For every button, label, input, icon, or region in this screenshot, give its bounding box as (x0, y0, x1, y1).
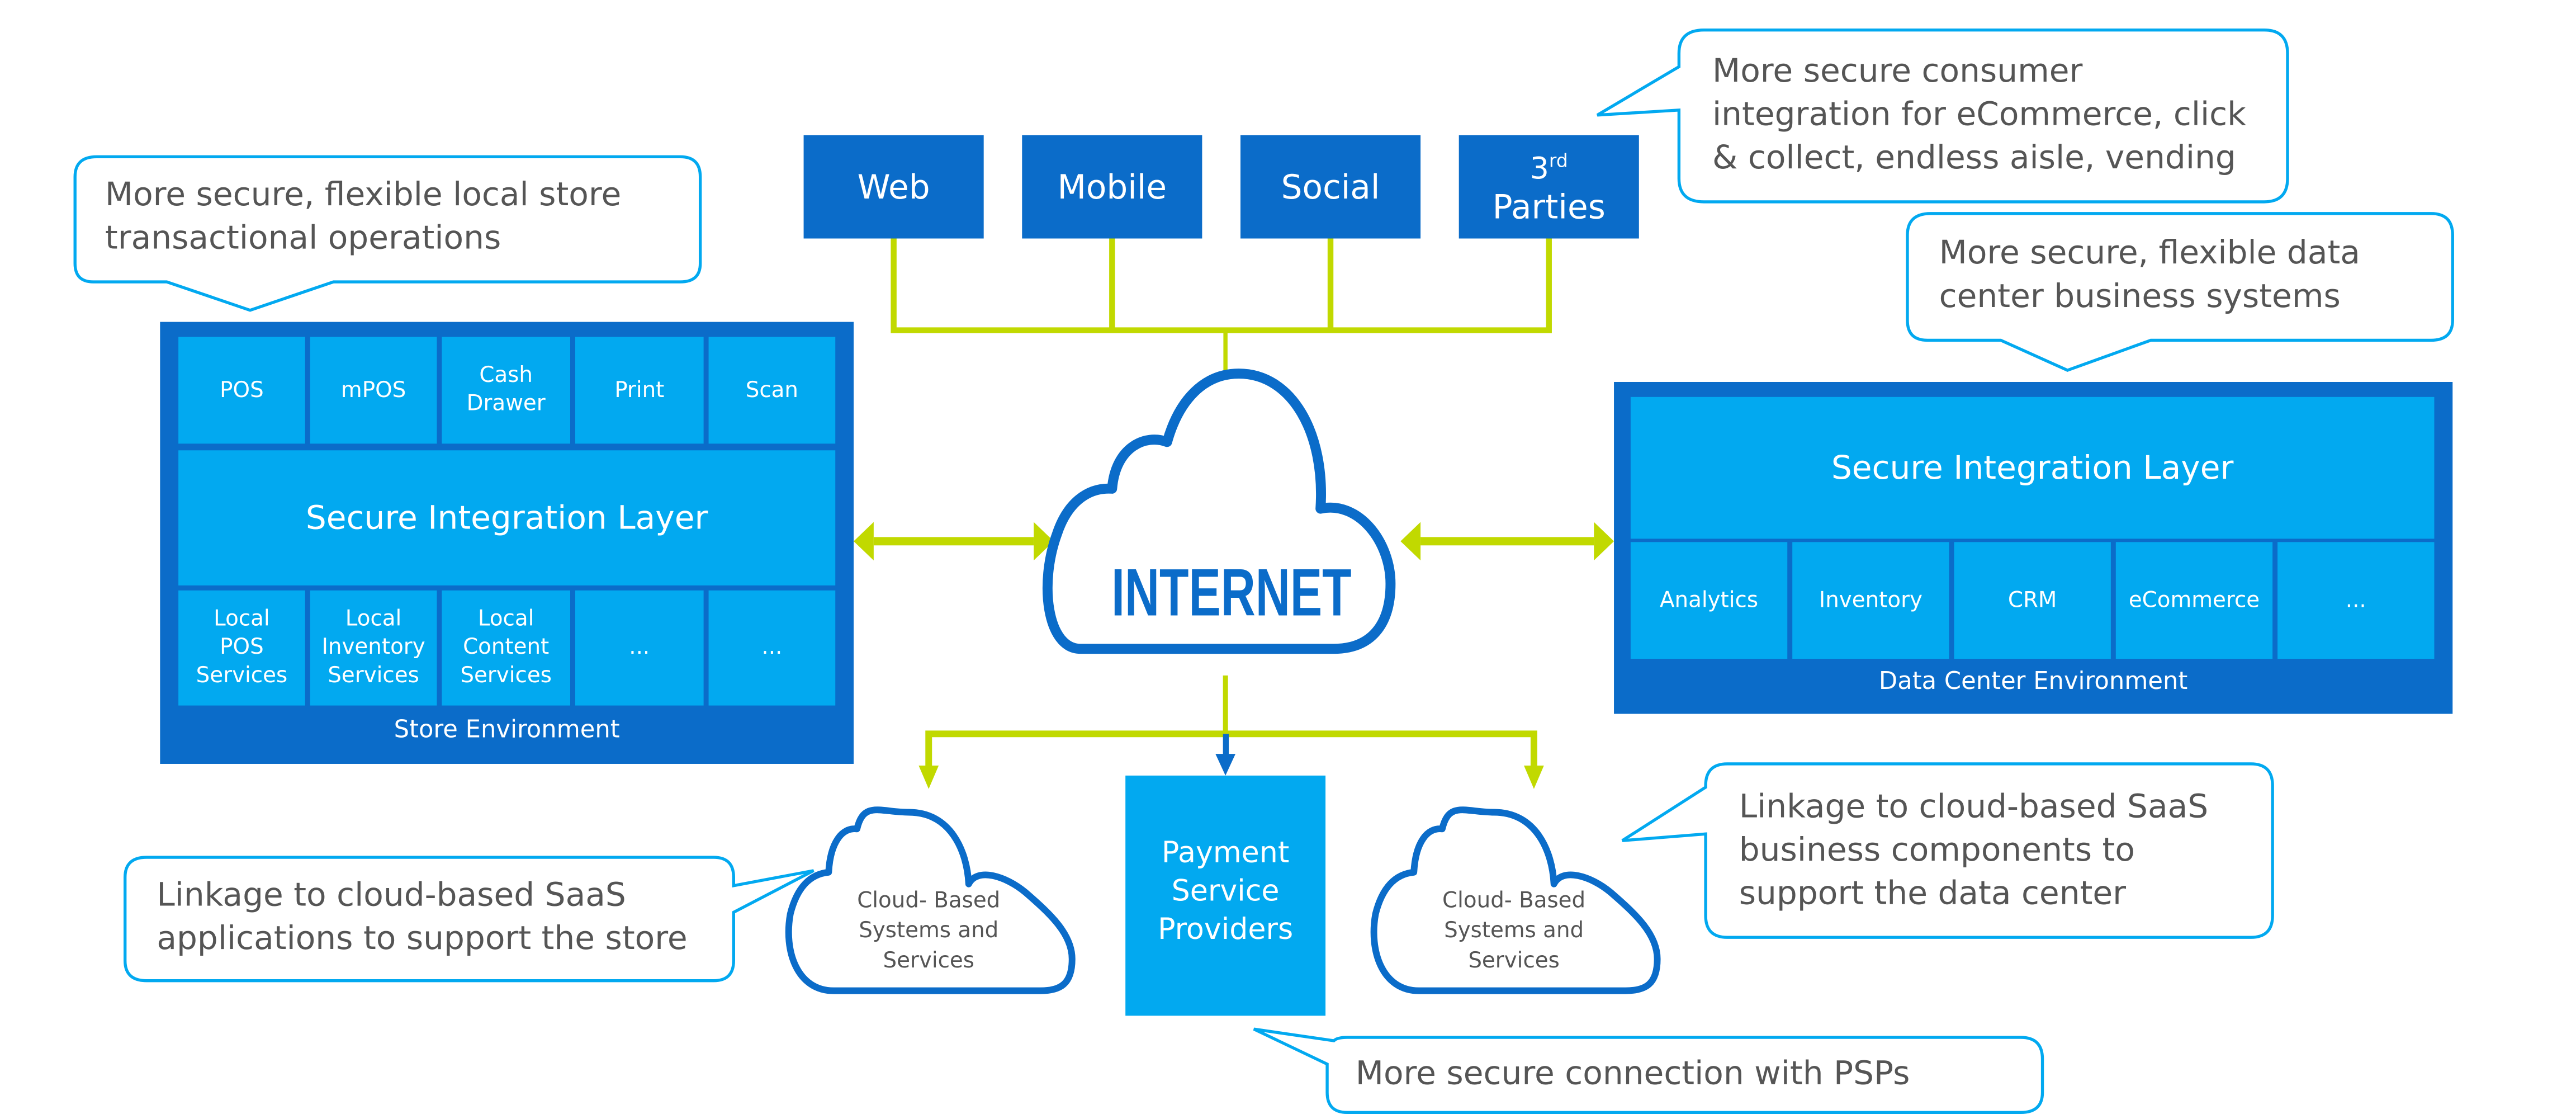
datacenter-system: CRM (1954, 542, 2111, 659)
store-service: Local POS Services (178, 590, 305, 706)
datacenter-system: eCommerce (2115, 542, 2273, 659)
datacenter-environment: Secure Integration Layer Analytics Inven… (1614, 381, 2453, 714)
channel-social-label: Social (1281, 166, 1380, 206)
store-module: POS (178, 337, 305, 444)
callout-psp-text: More secure connection with PSPs (1355, 1054, 1910, 1093)
callout-saas-store-text: Linkage to cloud-based SaaS applications… (157, 875, 688, 957)
channel-mobile-label: Mobile (1057, 166, 1167, 206)
datacenter-system: Analytics (1630, 542, 1788, 659)
channel-third-parties-label: Parties (1492, 187, 1606, 227)
channel-third-parties: 3rd Parties (1459, 135, 1639, 239)
store-service: Local Content Services (442, 590, 571, 706)
store-environment: POS mPOS Cash Drawer Print Scan Secure I… (160, 322, 854, 764)
store-service: ... (708, 590, 836, 706)
store-module: Cash Drawer (442, 337, 571, 444)
callout-consumer-text: More secure consumer integration for eCo… (1712, 51, 2246, 177)
callout-store-text: More secure, flexible local store transa… (105, 175, 622, 257)
store-service: ... (575, 590, 704, 706)
channel-mobile: Mobile (1022, 135, 1202, 239)
store-secure-integration-layer: Secure Integration Layer (178, 450, 836, 586)
internet-label: INTERNET (1111, 557, 1352, 631)
store-module: mPOS (310, 337, 437, 444)
arrow-down-right-cloud (1524, 765, 1544, 789)
datacenter-system: ... (2277, 542, 2435, 659)
store-module: Scan (708, 337, 836, 444)
arrow-down-to-psp (1215, 754, 1236, 776)
callout-datacenter-text: More secure, flexible data center busine… (1939, 233, 2360, 315)
channel-web-label: Web (857, 166, 930, 206)
datacenter-system: Inventory (1792, 542, 1949, 659)
datacenter-environment-label: Data Center Environment (1878, 668, 2188, 696)
cloud-services-right-label: Cloud- Based Systems and Services (1442, 889, 1586, 974)
datacenter-secure-integration-layer: Secure Integration Layer (1630, 396, 2435, 539)
store-internet-double-arrow (854, 522, 1054, 561)
store-service: Local Inventory Services (310, 590, 437, 706)
channel-web: Web (803, 135, 984, 239)
arrow-down-left-cloud (918, 765, 939, 789)
datacenter-internet-double-arrow (1400, 522, 1614, 561)
channel-social: Social (1240, 135, 1421, 239)
channel-third-parties-ordinal: 3rd (1530, 150, 1568, 187)
retail-architecture-diagram: Web Mobile Social 3rd Parties POS mPOS C… (0, 0, 2576, 1119)
payment-service-providers: Payment Service Providers (1125, 775, 1326, 1016)
store-module: Print (575, 337, 704, 444)
cloud-services-left-label: Cloud- Based Systems and Services (857, 889, 1001, 974)
store-environment-label: Store Environment (394, 717, 620, 744)
callout-saas-datacenter-text: Linkage to cloud-based SaaS business com… (1739, 787, 2209, 913)
psp-arrow-shaft (1223, 734, 1229, 758)
